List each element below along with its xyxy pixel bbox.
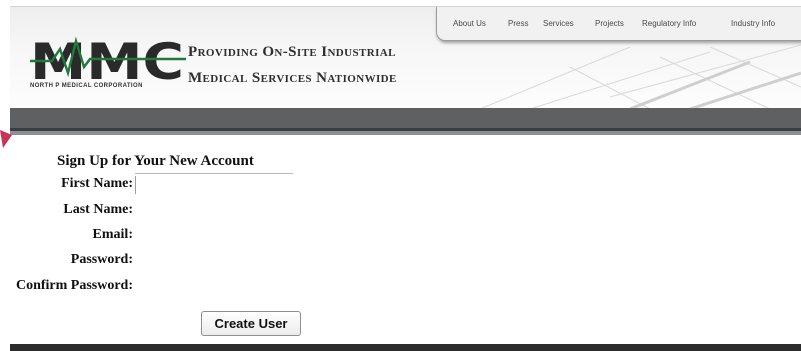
nav-press[interactable]: Press — [508, 19, 528, 28]
password-label: Password: — [70, 252, 133, 267]
header-accent-bar — [10, 131, 801, 135]
nav-projects[interactable]: Projects — [595, 19, 624, 28]
first-name-label: First Name: — [61, 176, 133, 191]
email-label: Email: — [92, 227, 133, 242]
create-user-button[interactable]: Create User — [201, 311, 301, 336]
tagline-line-1: Providing On-Site Industrial — [188, 44, 396, 60]
confirm-password-input[interactable] — [135, 278, 300, 296]
logo-subtitle: NORTH P MEDICAL CORPORATION — [30, 83, 143, 89]
email-input[interactable] — [135, 227, 300, 245]
nav-industry-info[interactable]: Industry Info — [731, 19, 775, 28]
nav-regulatory-info[interactable]: Regulatory Info — [642, 19, 696, 28]
title-underline — [135, 173, 293, 174]
password-input[interactable] — [135, 252, 300, 270]
signup-form-title: Sign Up for Your New Account — [57, 153, 254, 169]
last-name-input[interactable] — [135, 202, 300, 220]
site-header: MMC NORTH P MEDICAL CORPORATION Providin… — [10, 6, 801, 109]
nav-about-us[interactable]: About Us — [453, 19, 486, 28]
nav-services[interactable]: Services — [543, 19, 574, 28]
header-tagline: Providing On-Site Industrial Medical Ser… — [188, 39, 397, 91]
left-edge-accent — [0, 130, 12, 148]
top-navigation: About Us Press Services Projects Regulat… — [436, 7, 801, 41]
confirm-password-label: Confirm Password: — [15, 278, 133, 293]
footer-bar — [10, 344, 801, 351]
tagline-line-2: Medical Services Nationwide — [188, 70, 397, 86]
logo-mark: MMC — [30, 33, 186, 85]
first-name-input[interactable] — [135, 176, 300, 194]
last-name-label: Last Name: — [63, 202, 133, 217]
company-logo[interactable]: MMC NORTH P MEDICAL CORPORATION — [30, 31, 186, 95]
header-dark-bar — [10, 108, 801, 131]
